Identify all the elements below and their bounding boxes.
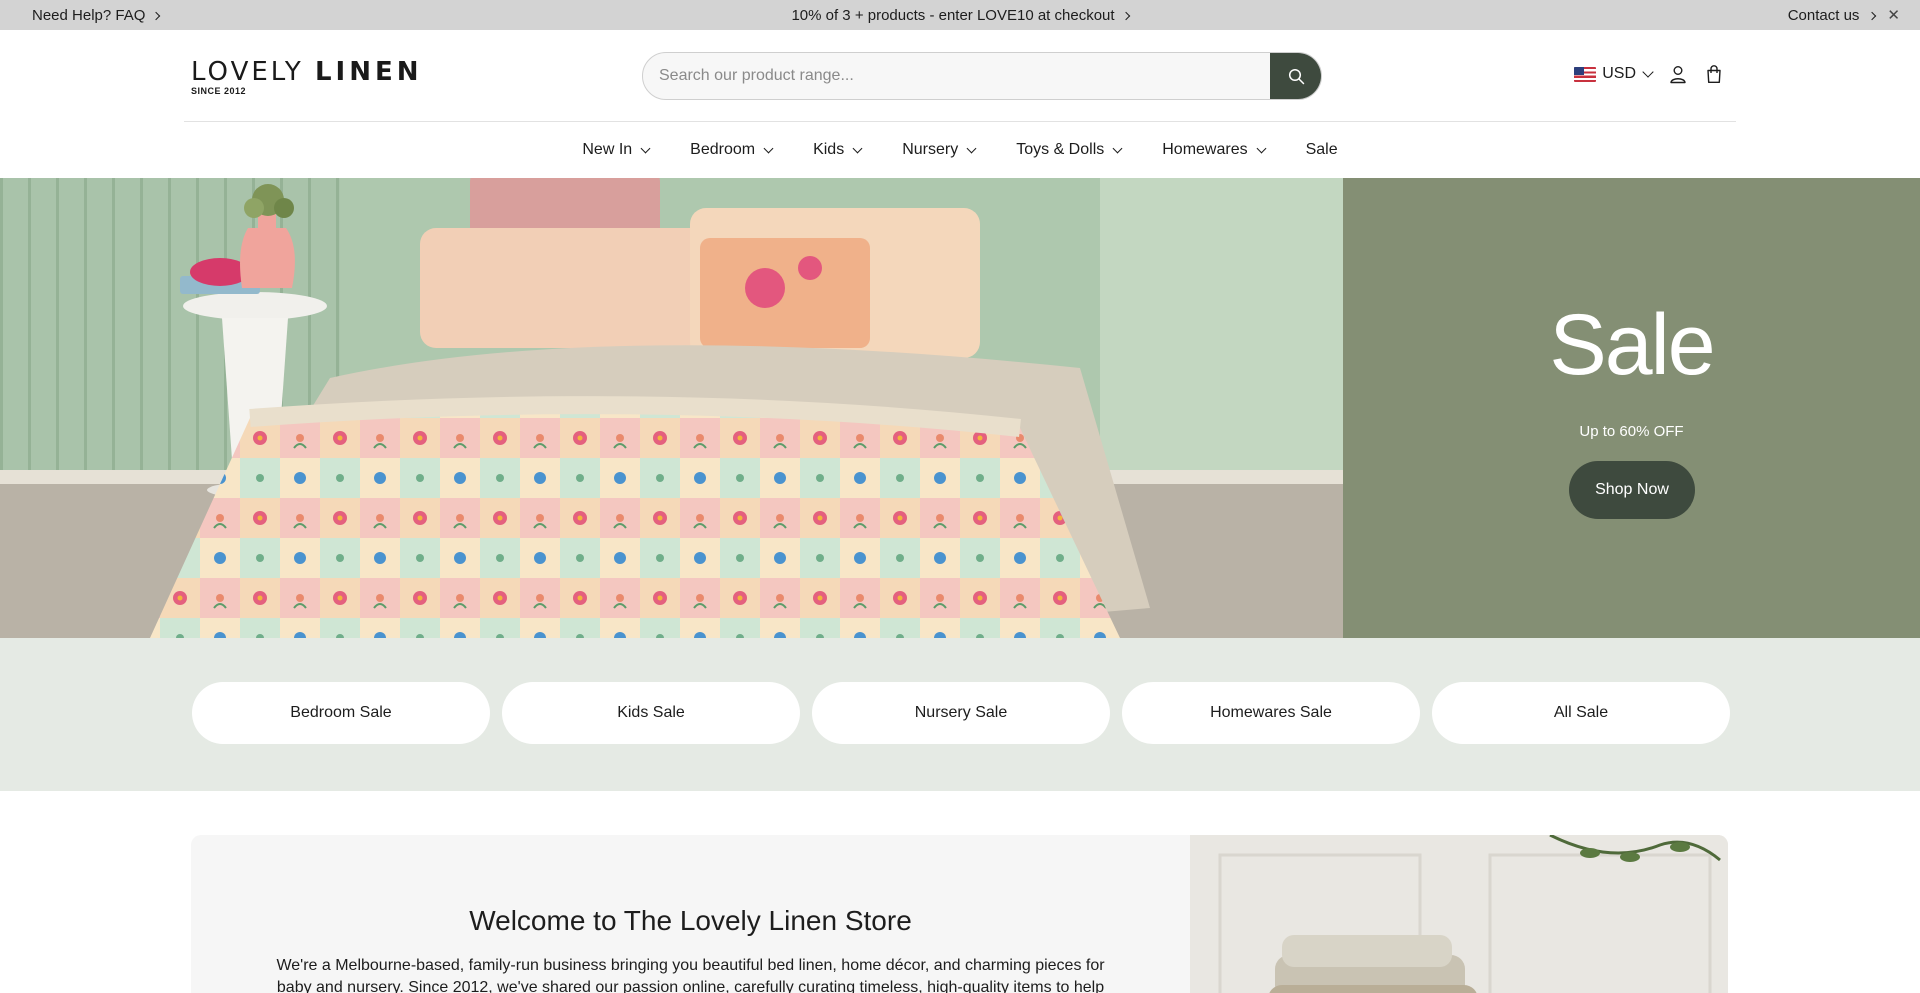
category-bedroom-sale[interactable]: Bedroom Sale — [192, 682, 490, 744]
logo-light-text: LOVELY — [191, 57, 304, 87]
nav-item-label: Toys & Dolls — [1016, 141, 1105, 158]
welcome-title: Welcome to The Lovely Linen Store — [469, 905, 912, 936]
welcome-section: Welcome to The Lovely Linen Store We're … — [191, 835, 1728, 993]
nav-item-label: Sale — [1305, 141, 1338, 158]
hero-title: Sale — [1549, 297, 1715, 393]
welcome-text: We're a Melbourne-based, family-run busi… — [276, 957, 1105, 993]
hero-promo-panel: Sale Up to 60% OFF Shop Now — [1343, 178, 1920, 638]
chevron-down-icon — [1112, 143, 1123, 153]
account-icon[interactable] — [1668, 64, 1688, 84]
currency-selector[interactable]: USD — [1574, 65, 1654, 83]
nav-item-homewares[interactable]: Homewares — [1162, 141, 1267, 159]
chevron-down-icon — [852, 143, 863, 153]
nav-item-label: Bedroom — [690, 141, 756, 158]
welcome-image — [1190, 835, 1728, 993]
main-nav: New In Bedroom Kids Nursery Toys & Dolls… — [0, 122, 1920, 178]
chevron-down-icon — [1642, 65, 1654, 78]
nav-item-label: Kids — [813, 141, 845, 158]
search-input[interactable] — [643, 53, 1263, 99]
category-homewares-sale[interactable]: Homewares Sale — [1122, 682, 1420, 744]
category-all-sale[interactable]: All Sale — [1432, 682, 1730, 744]
promo-link[interactable]: 10% of 3 + products - enter LOVE10 at ch… — [0, 7, 1920, 24]
cushions-illustration — [1190, 835, 1728, 993]
nav-item-new-in[interactable]: New In — [582, 141, 651, 159]
chevron-down-icon — [966, 143, 977, 153]
nav-item-toys-dolls[interactable]: Toys & Dolls — [1016, 141, 1123, 159]
category-nursery-sale[interactable]: Nursery Sale — [812, 682, 1110, 744]
shop-now-button[interactable]: Shop Now — [1569, 461, 1695, 519]
logo-bold-text: LINEN — [314, 57, 423, 87]
search-icon — [1288, 68, 1304, 84]
contact-link[interactable]: Contact us — [1788, 7, 1860, 24]
category-kids-sale[interactable]: Kids Sale — [502, 682, 800, 744]
nav-item-kids[interactable]: Kids — [813, 141, 863, 159]
nav-item-bedroom[interactable]: Bedroom — [690, 141, 774, 159]
sale-categories: Bedroom Sale Kids Sale Nursery Sale Home… — [0, 638, 1920, 791]
cart-icon[interactable] — [1704, 64, 1724, 84]
nav-item-sale[interactable]: Sale — [1306, 141, 1338, 159]
chevron-down-icon — [1256, 143, 1267, 153]
nav-item-label: Homewares — [1162, 141, 1248, 158]
site-header: LOVELY LINEN SINCE 2012 USD — [0, 30, 1920, 122]
announcement-bar: Need Help? FAQ 10% of 3 + products - ent… — [0, 0, 1920, 30]
nav-item-nursery[interactable]: Nursery — [902, 141, 977, 159]
hero-image[interactable] — [0, 178, 1343, 638]
search-bar — [642, 52, 1322, 100]
bedroom-illustration — [0, 178, 1343, 638]
chevron-down-icon — [640, 143, 651, 153]
logo[interactable]: LOVELY LINEN SINCE 2012 — [191, 57, 423, 96]
chevron-right-icon — [1121, 11, 1130, 20]
us-flag-icon — [1574, 66, 1597, 82]
search-button[interactable] — [1270, 53, 1321, 99]
chevron-right-icon — [1868, 11, 1877, 20]
nav-item-label: Nursery — [902, 141, 959, 158]
close-icon[interactable]: ✕ — [1887, 8, 1900, 23]
nav-item-label: New In — [582, 141, 633, 158]
currency-label: USD — [1602, 65, 1636, 82]
logo-tagline: SINCE 2012 — [191, 86, 247, 96]
chevron-down-icon — [763, 143, 774, 153]
hero-subtitle: Up to 60% OFF — [1579, 423, 1684, 440]
promo-text: 10% of 3 + products - enter LOVE10 at ch… — [791, 7, 1115, 24]
